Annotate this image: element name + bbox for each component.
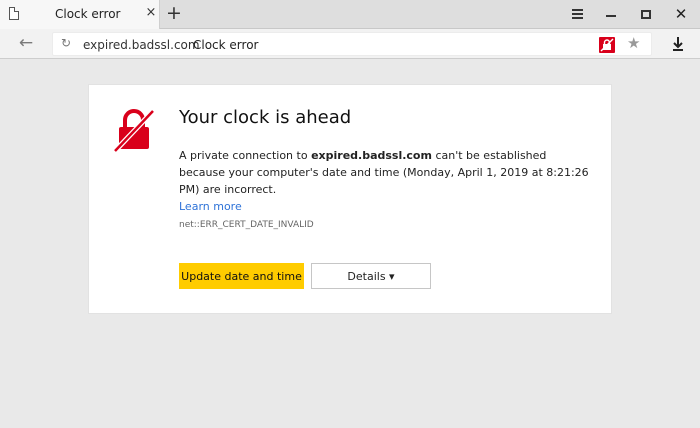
update-date-time-button[interactable]: Update date and time — [179, 263, 304, 289]
reload-icon[interactable]: ↻ — [61, 36, 71, 50]
hamburger-icon — [571, 7, 583, 21]
download-icon[interactable] — [670, 35, 686, 53]
error-code: net::ERR_CERT_DATE_INVALID — [179, 220, 314, 230]
browser-toolbar: ← ↻ expired.badssl.com Clock error ★ — [0, 29, 700, 59]
back-button[interactable]: ← — [16, 33, 36, 53]
address-bar[interactable]: ↻ expired.badssl.com Clock error ★ — [52, 32, 652, 56]
error-card: Your clock is ahead A private connection… — [88, 84, 612, 314]
menu-button[interactable] — [560, 0, 594, 28]
tab-clock-error[interactable]: Clock error × — [0, 0, 160, 29]
broken-lock-icon — [113, 107, 155, 153]
maximize-icon — [641, 9, 651, 19]
close-window-button[interactable]: ✕ — [664, 0, 698, 28]
tab-close-button[interactable]: × — [144, 5, 158, 21]
error-heading: Your clock is ahead — [179, 107, 352, 128]
minimize-button[interactable] — [594, 0, 628, 28]
cert-error-icon[interactable] — [599, 37, 615, 53]
tab-strip: Clock error × + ✕ — [0, 0, 700, 29]
minimize-icon — [606, 15, 616, 17]
desc-domain: expired.badssl.com — [311, 149, 432, 162]
new-tab-button[interactable]: + — [165, 3, 183, 25]
maximize-button[interactable] — [629, 0, 663, 28]
url-page-title[interactable]: Clock error — [193, 38, 258, 52]
page-icon — [9, 7, 19, 20]
url-domain[interactable]: expired.badssl.com — [83, 38, 200, 52]
bookmark-star-icon[interactable]: ★ — [627, 34, 640, 52]
tab-title: Clock error — [55, 7, 121, 21]
error-description: A private connection to expired.badssl.c… — [179, 147, 589, 215]
details-button[interactable]: Details ▾ — [311, 263, 431, 289]
learn-more-link[interactable]: Learn more — [179, 198, 242, 215]
close-icon: ✕ — [674, 5, 688, 23]
desc-prefix: A private connection to — [179, 149, 312, 162]
